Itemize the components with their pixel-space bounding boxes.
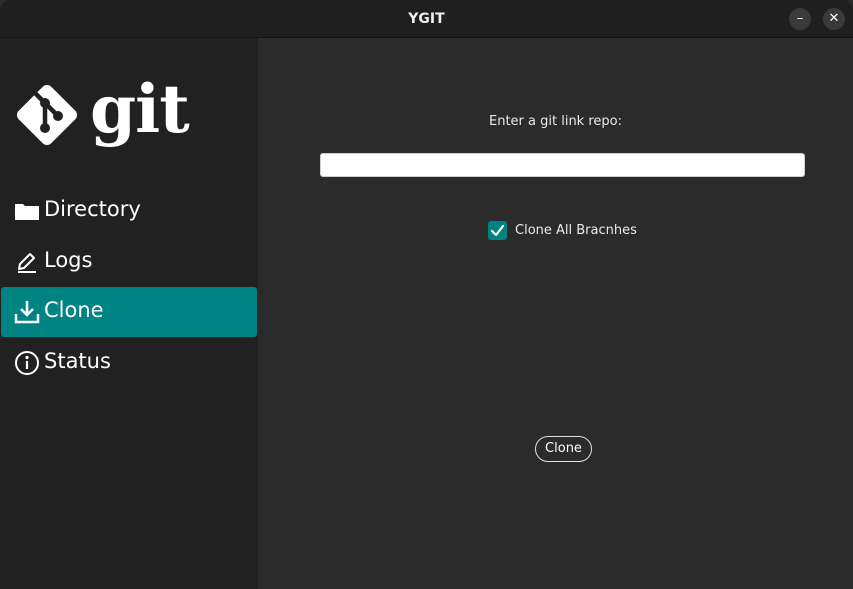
repo-url-input[interactable] <box>320 153 805 177</box>
info-icon <box>15 351 39 375</box>
close-button[interactable]: ✕ <box>823 8 845 30</box>
sidebar-item-label: Directory <box>44 197 141 221</box>
repo-prompt-label: Enter a git link repo: <box>489 114 622 129</box>
clone-all-branches-label: Clone All Bracnhes <box>515 223 637 238</box>
sidebar: git Directory Logs Clone Status <box>0 38 258 589</box>
clone-panel: Enter a git link repo: Clone All Bracnhe… <box>258 38 853 589</box>
window-title: YGIT <box>408 11 445 27</box>
clone-all-branches-checkbox[interactable] <box>488 221 507 240</box>
checkmark-icon <box>490 224 505 237</box>
sidebar-item-label: Status <box>44 349 111 373</box>
sidebar-item-logs[interactable]: Logs <box>1 237 257 287</box>
minimize-button[interactable]: – <box>789 8 811 30</box>
download-icon <box>14 301 40 324</box>
sidebar-item-label: Clone <box>44 298 104 322</box>
clone-button[interactable]: Clone <box>535 436 592 462</box>
close-icon: ✕ <box>828 11 840 26</box>
app-window: YGIT – ✕ git Directory Logs Clone Status… <box>0 0 853 589</box>
folder-icon <box>15 204 39 220</box>
git-logo: git <box>14 70 190 148</box>
title-bar[interactable]: YGIT – ✕ <box>0 0 853 38</box>
sidebar-item-clone[interactable]: Clone <box>1 287 257 337</box>
sidebar-item-directory[interactable]: Directory <box>1 186 257 236</box>
minimize-icon: – <box>796 11 804 26</box>
sidebar-item-label: Logs <box>44 248 93 272</box>
sidebar-item-status[interactable]: Status <box>1 338 257 388</box>
pencil-icon <box>18 253 36 273</box>
git-diamond-icon <box>16 84 78 146</box>
logo-text: git <box>90 70 190 148</box>
